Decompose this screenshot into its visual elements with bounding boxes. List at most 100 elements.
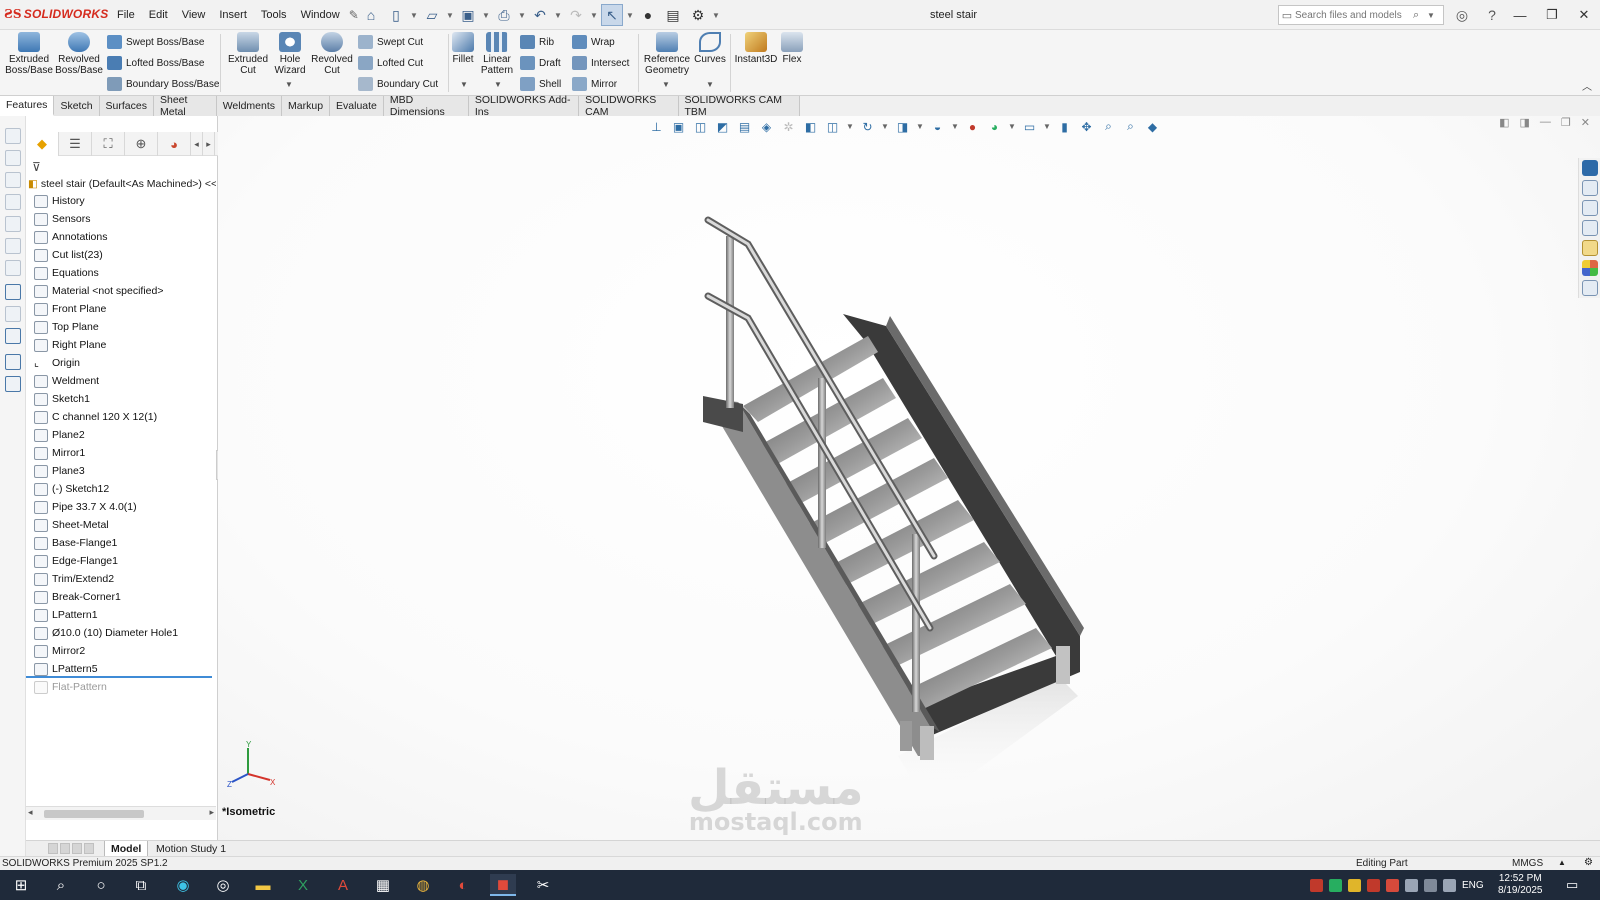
tabs-right-arrow-icon[interactable]: ▸ [203, 132, 215, 156]
tab-solidworks-cam-tbm[interactable]: SOLIDWORKS CAM TBM [679, 94, 800, 118]
tree-item-plane3[interactable]: Plane3 [34, 462, 85, 480]
scroll-left-icon[interactable]: ◂ [28, 807, 33, 818]
traffic-light-icon[interactable]: ● [637, 4, 659, 26]
curves-dropdown-icon[interactable]: ▼ [706, 80, 714, 89]
strip-tool-icon[interactable] [5, 260, 21, 276]
configuration-manager-tab-icon[interactable]: ⛶ [92, 132, 125, 156]
tree-item-plane2[interactable]: Plane2 [34, 426, 85, 444]
tree-item-trim-extend2[interactable]: Trim/Extend2 [34, 570, 114, 588]
pattern-dropdown-icon[interactable]: ▼ [494, 80, 502, 89]
design-library-icon[interactable] [1582, 200, 1598, 216]
revolved-boss-button[interactable]: Revolved Boss/Base [54, 32, 104, 76]
solidworks-resources-icon[interactable] [1582, 160, 1598, 176]
tree-item-weldment[interactable]: Weldment [34, 372, 99, 390]
home-pane-icon[interactable] [1582, 180, 1598, 196]
tree-item-diameter-hole1[interactable]: Ø10.0 (10) Diameter Hole1 [34, 624, 178, 642]
menu-view[interactable]: View [175, 9, 213, 21]
swept-boss-button[interactable]: Swept Boss/Base [107, 33, 204, 51]
boundary-cut-button[interactable]: Boundary Cut [358, 75, 438, 93]
feature-manager-tab-icon[interactable]: ◆ [26, 132, 59, 156]
tray-app-icon[interactable] [1367, 878, 1380, 892]
calculator-icon[interactable]: ▦ [370, 874, 396, 896]
tree-item-annotations[interactable]: Annotations [34, 228, 107, 246]
intersect-button[interactable]: Intersect [572, 54, 629, 72]
select-cursor-icon[interactable]: ↖ [601, 4, 623, 26]
xbox-icon[interactable]: ◎ [210, 874, 236, 896]
revolved-cut-button[interactable]: Revolved Cut [307, 32, 357, 76]
strip-tool-icon[interactable] [5, 328, 21, 344]
tree-item-top-plane[interactable]: Top Plane [34, 318, 99, 336]
custom-properties-icon[interactable] [1582, 280, 1598, 296]
strip-tool-icon[interactable] [5, 216, 21, 232]
clock[interactable]: 12:52 PM 8/19/2025 [1498, 873, 1543, 897]
tree-item-history[interactable]: History [34, 192, 85, 210]
menu-insert[interactable]: Insert [212, 9, 254, 21]
options-gear-icon[interactable]: ⚙ [687, 4, 709, 26]
tab-sheet-metal[interactable]: Sheet Metal [154, 94, 217, 118]
tree-item-sketch12[interactable]: (-) Sketch12 [34, 480, 109, 498]
reference-geometry-dropdown-icon[interactable]: ▼ [662, 80, 670, 89]
units-dropdown-icon[interactable]: ▲ [1558, 858, 1566, 867]
dimxpert-tab-icon[interactable]: ⊕ [125, 132, 158, 156]
scrollbar-thumb[interactable] [44, 810, 144, 818]
open-dropdown-icon[interactable]: ▼ [446, 11, 454, 20]
feature-tree-horizontal-scrollbar[interactable]: ◂ ▸ [26, 806, 216, 820]
extruded-boss-button[interactable]: Extruded Boss/Base [4, 32, 54, 76]
prev-tab-nav-icon[interactable] [60, 843, 70, 854]
minimize-icon[interactable]: — [1504, 0, 1536, 30]
tray-app-icon[interactable] [1329, 878, 1342, 892]
display-manager-tab-icon[interactable]: ◕ [158, 132, 191, 156]
tree-item-flat-pattern[interactable]: Flat-Pattern [34, 678, 107, 696]
edge-browser-icon[interactable]: ◉ [170, 874, 196, 896]
wrap-button[interactable]: Wrap [572, 33, 615, 51]
security-shield-icon[interactable] [1310, 878, 1323, 892]
strip-tool-icon[interactable] [5, 128, 21, 144]
strip-tool-icon[interactable] [5, 150, 21, 166]
search-icon[interactable]: ⌕ [1413, 9, 1427, 22]
home-icon[interactable]: ⌂ [360, 4, 382, 26]
hole-wizard-dropdown-icon[interactable]: ▼ [285, 80, 293, 89]
tree-item-equations[interactable]: Equations [34, 264, 99, 282]
view-palette-icon[interactable] [1582, 240, 1598, 256]
save-dropdown-icon[interactable]: ▼ [482, 11, 490, 20]
help-icon[interactable]: ? [1482, 5, 1502, 25]
print-icon[interactable]: ⎙ [493, 4, 515, 26]
tree-item-origin[interactable]: ⌞ Origin [34, 354, 80, 372]
steel-stair-model[interactable] [218, 116, 1600, 840]
tray-app-icon[interactable] [1348, 878, 1361, 892]
menu-file[interactable]: File [110, 9, 142, 21]
unit-system[interactable]: MMGS [1512, 858, 1543, 869]
tabs-left-arrow-icon[interactable]: ◂ [191, 132, 203, 156]
tab-evaluate[interactable]: Evaluate [330, 96, 384, 116]
tree-item-cut-list[interactable]: Cut list(23) [34, 246, 103, 264]
print-dropdown-icon[interactable]: ▼ [518, 11, 526, 20]
tab-solidworks-add-ins[interactable]: SOLIDWORKS Add-Ins [469, 94, 580, 118]
draft-button[interactable]: Draft [520, 54, 561, 72]
acrobat-icon[interactable]: A [330, 874, 356, 896]
tab-weldments[interactable]: Weldments [217, 96, 283, 116]
lofted-cut-button[interactable]: Lofted Cut [358, 54, 423, 72]
rib-button[interactable]: Rib [520, 33, 554, 51]
volume-icon[interactable] [1443, 878, 1456, 892]
file-explorer-icon[interactable] [1582, 220, 1598, 236]
solidworks-launcher-icon[interactable]: ◐ [450, 874, 476, 896]
task-view-icon[interactable]: ⧉ [128, 874, 154, 896]
first-tab-nav-icon[interactable] [48, 843, 58, 854]
tree-item-front-plane[interactable]: Front Plane [34, 300, 106, 318]
tree-item-break-corner1[interactable]: Break-Corner1 [34, 588, 121, 606]
flex-button[interactable]: Flex [772, 32, 812, 65]
tab-model[interactable]: Model [104, 841, 149, 857]
mirror-button[interactable]: Mirror [572, 75, 617, 93]
tree-item-pipe[interactable]: Pipe 33.7 X 4.0(1) [34, 498, 137, 516]
tree-item-sensors[interactable]: Sensors [34, 210, 91, 228]
strip-tool-icon[interactable] [5, 354, 21, 370]
windows-start-icon[interactable]: ⊞ [8, 874, 34, 896]
strip-tool-icon[interactable] [5, 284, 21, 300]
strip-tool-icon[interactable] [5, 306, 21, 322]
tab-features[interactable]: Features [0, 96, 55, 116]
property-manager-tab-icon[interactable]: ☰ [59, 132, 92, 156]
tree-item-edge-flange1[interactable]: Edge-Flange1 [34, 552, 118, 570]
tree-item-sheet-metal[interactable]: Sheet-Metal [34, 516, 109, 534]
tree-item-c-channel[interactable]: C channel 120 X 12(1) [34, 408, 157, 426]
select-dropdown-icon[interactable]: ▼ [626, 11, 634, 20]
